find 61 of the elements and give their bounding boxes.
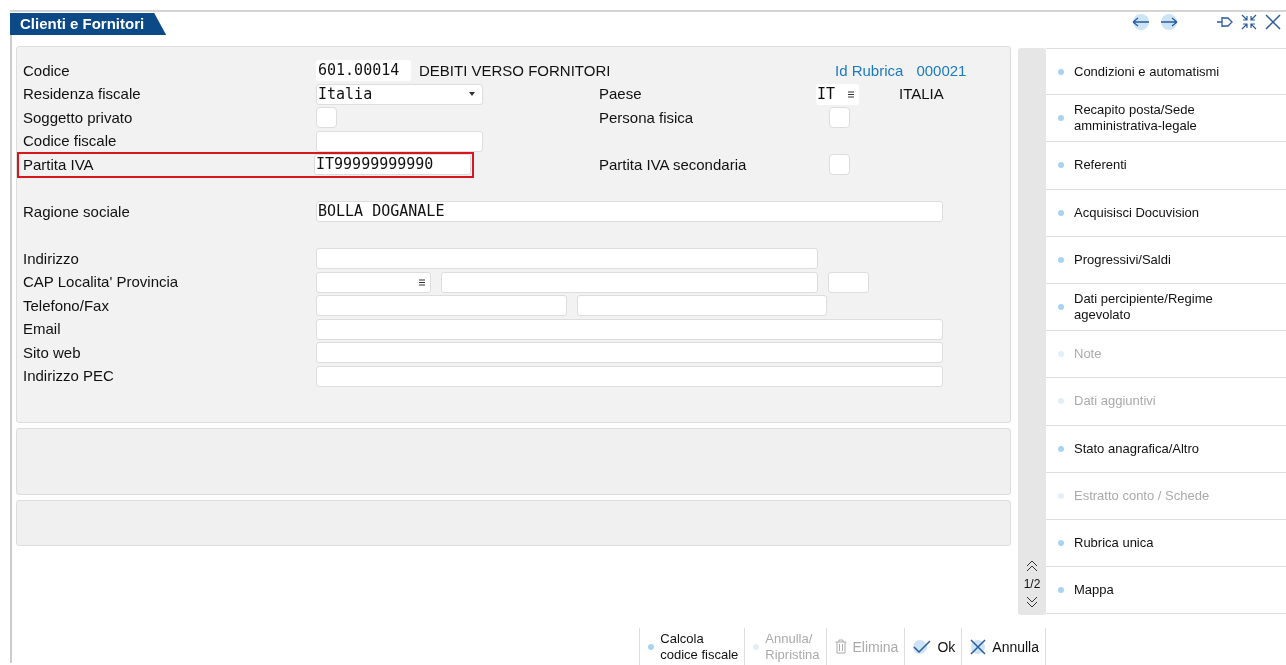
field-description: ITALIA	[899, 84, 944, 104]
window-title: Clienti e Fornitori	[10, 13, 167, 35]
input-field[interactable]	[316, 365, 943, 387]
field-label: Telefono/Fax	[23, 295, 110, 316]
id-rubrica-link[interactable]: Id Rubrica	[835, 59, 904, 82]
field-label: Persona fisica	[599, 107, 695, 128]
checkbox[interactable]	[316, 107, 337, 129]
sidebar-item[interactable]: Dati percipiente/Regime agevolato	[1046, 283, 1286, 332]
input-field[interactable]	[316, 295, 567, 317]
field-label: Codice fiscale	[23, 131, 118, 151]
id-rubrica-value[interactable]: 000021	[916, 59, 967, 82]
sidebar-item[interactable]: Recapito posta/Sede amministrativa-legale	[1046, 95, 1286, 143]
field-label: Paese	[599, 84, 643, 104]
page-down-icon[interactable]	[1026, 595, 1038, 609]
checkbox[interactable]	[829, 107, 850, 129]
page-indicator: 1/2	[1023, 576, 1041, 593]
input-field[interactable]	[316, 318, 943, 340]
field-label: Codice	[23, 60, 71, 81]
sidebar-item[interactable]: Mappa	[1046, 567, 1286, 615]
input-field[interactable]	[828, 271, 869, 293]
list-icon[interactable]	[419, 278, 425, 286]
sidebar-item[interactable]: Stato anagrafica/Altro	[1046, 425, 1286, 473]
check-icon	[913, 638, 932, 655]
input-field[interactable]: IT99999999990	[314, 154, 471, 176]
list-icon[interactable]	[848, 90, 854, 98]
field-label: CAP Localita' Provincia	[23, 272, 180, 292]
sidebar-item[interactable]: Acquisisci Docuvision	[1046, 189, 1286, 237]
field-label: Sito web	[23, 342, 82, 363]
close-icon[interactable]	[1264, 13, 1282, 31]
field-label: Email	[23, 319, 62, 339]
toolbar-button[interactable]: Ok	[904, 628, 962, 665]
toolbar-button[interactable]: Annulla	[961, 628, 1046, 665]
lookup-field[interactable]: IT	[816, 83, 859, 105]
field-label: Indirizzo PEC	[23, 366, 115, 386]
dropdown[interactable]: Italia	[316, 83, 483, 105]
code-field[interactable]: 601.00014	[316, 60, 411, 82]
field-label: Soggetto privato	[23, 107, 134, 128]
page-up-icon[interactable]	[1026, 559, 1038, 573]
sidebar-item[interactable]: Progressivi/Saldi	[1046, 236, 1286, 284]
input-field[interactable]	[577, 295, 827, 317]
field-label: Indirizzo	[23, 248, 80, 269]
field-label: Ragione sociale	[23, 201, 131, 222]
collapse-icon[interactable]	[1240, 13, 1258, 31]
close-icon	[970, 638, 987, 655]
lookup-field[interactable]	[316, 271, 431, 293]
input-field[interactable]	[441, 271, 818, 293]
checkbox[interactable]	[829, 154, 850, 176]
input-field[interactable]: BOLLA DOGANALE	[316, 201, 943, 223]
sidebar-item[interactable]: Condizioni e automatismi	[1046, 48, 1286, 96]
input-field[interactable]	[316, 342, 943, 364]
input-field[interactable]	[316, 248, 818, 270]
sidebar-item[interactable]: Rubrica unica	[1046, 519, 1286, 568]
field-label: Partita IVA secondaria	[599, 154, 748, 175]
field-description: DEBITI VERSO FORNITORI	[419, 60, 611, 81]
sidebar-item[interactable]: Referenti	[1046, 142, 1286, 190]
toolbar-button[interactable]: Calcola codice fiscale	[639, 628, 745, 665]
trash-icon	[834, 639, 847, 654]
field-label: Residenza fiscale	[23, 84, 142, 104]
input-field[interactable]	[316, 130, 483, 152]
field-label: Partita IVA	[23, 154, 95, 175]
caret-icon[interactable]	[469, 92, 475, 97]
